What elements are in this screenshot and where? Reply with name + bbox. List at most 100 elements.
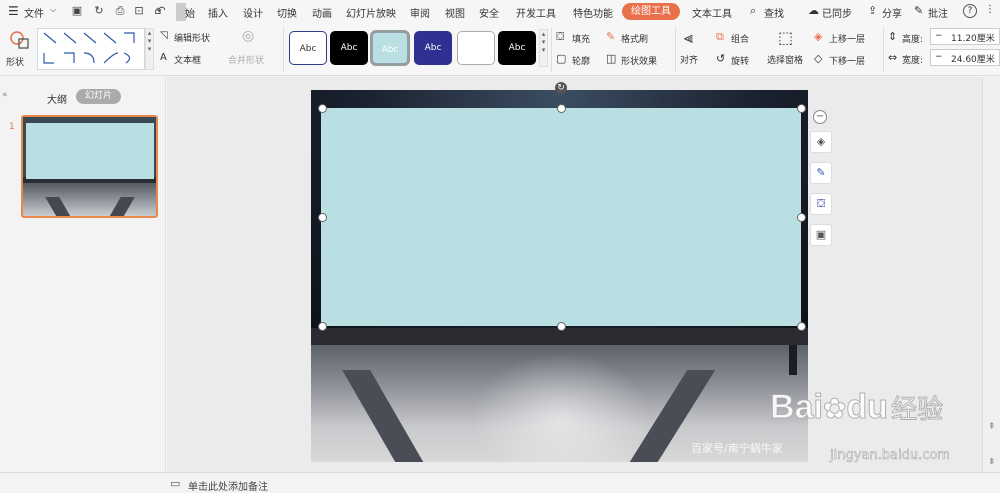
fill-button[interactable]: 填充 bbox=[572, 32, 590, 45]
search-label[interactable]: 查找 bbox=[764, 5, 784, 20]
width-field[interactable]: − 24.60厘米 bbox=[930, 49, 1000, 66]
select-pane-icon: ⬚ bbox=[778, 28, 794, 47]
tab-drawing-tools[interactable]: 绘图工具 bbox=[622, 3, 680, 20]
menu-security[interactable]: 安全 bbox=[479, 5, 499, 20]
layers-icon[interactable]: ◈ bbox=[810, 131, 832, 153]
comment-button[interactable]: 批注 bbox=[928, 5, 948, 20]
format-painter-button[interactable]: 格式刷 bbox=[621, 32, 648, 45]
rotate-button[interactable]: 旋转 bbox=[731, 54, 749, 67]
paw-icon: ✿ bbox=[822, 392, 847, 426]
help-icon[interactable]: ? bbox=[963, 4, 977, 18]
merge-shape-icon: ◎ bbox=[242, 28, 255, 44]
menu-bar: ☰ 文件 ⌵ ▣ ↻ ⎙ ⊡ ⌂ ↶ 始 插入 设计 切换 动画 幻灯片放映 审… bbox=[0, 0, 1000, 24]
resize-handle-t[interactable] bbox=[557, 104, 566, 113]
group-button[interactable]: 组合 bbox=[731, 32, 749, 45]
height-label: 高度: bbox=[902, 35, 924, 45]
menu-review[interactable]: 审阅 bbox=[410, 5, 430, 20]
resize-handle-l[interactable] bbox=[318, 213, 327, 222]
connector-shapes-icon bbox=[43, 32, 135, 64]
resize-handle-r[interactable] bbox=[797, 213, 806, 222]
height-field[interactable]: − 11.20厘米 bbox=[930, 28, 1000, 45]
cloud-sync-icon[interactable]: ☁ bbox=[808, 4, 819, 17]
zoom-out-icon[interactable]: − bbox=[813, 110, 827, 124]
group-icon: ⧉ bbox=[716, 30, 724, 43]
menu-slideshow[interactable]: 幻灯片放映 bbox=[346, 5, 396, 20]
sync-status[interactable]: 已同步 bbox=[822, 5, 852, 20]
gallery-scroll[interactable]: ▴ ▾ ▾ bbox=[145, 28, 154, 70]
style-sample-4[interactable]: Abc bbox=[414, 31, 452, 65]
menu-insert[interactable]: 插入 bbox=[208, 5, 228, 20]
divider bbox=[283, 28, 284, 72]
menu-view[interactable]: 视图 bbox=[445, 5, 465, 20]
shape-gallery[interactable] bbox=[37, 28, 145, 70]
menu-animation[interactable]: 动画 bbox=[312, 5, 332, 20]
height-value[interactable]: 11.20厘米 bbox=[951, 31, 995, 44]
selected-rectangle-shape[interactable] bbox=[321, 108, 801, 326]
save-icon[interactable]: ▣ bbox=[70, 4, 84, 18]
resize-handle-tr[interactable] bbox=[797, 104, 806, 113]
search-icon[interactable]: ⌕ bbox=[750, 4, 756, 18]
baidu-logo-jingyan: 经验 bbox=[891, 395, 944, 426]
bring-forward-button[interactable]: 上移一层 bbox=[829, 32, 865, 45]
share-icon[interactable]: ⇪ bbox=[868, 4, 877, 17]
style-gallery-scroll[interactable]: ▴ ▾ ▾ bbox=[539, 29, 548, 67]
height-icon: ⇕ bbox=[888, 30, 898, 43]
comment-icon[interactable]: ✎ bbox=[914, 4, 923, 17]
hamburger-icon[interactable]: ☰ bbox=[8, 5, 19, 17]
select-pane-button[interactable]: 选择窗格 bbox=[767, 53, 803, 66]
share-button[interactable]: 分享 bbox=[882, 5, 902, 20]
border-outline-icon[interactable]: ▣ bbox=[810, 224, 832, 246]
baidu-logo-du: du bbox=[846, 388, 889, 427]
menu-item-truncated[interactable]: 始 bbox=[185, 5, 195, 20]
merge-shape-button[interactable]: 合并形状 bbox=[228, 53, 264, 66]
fill-bucket-icon[interactable]: ⛋ bbox=[810, 193, 832, 215]
menu-transition[interactable]: 切换 bbox=[277, 5, 297, 20]
shape-icon bbox=[10, 31, 29, 49]
cloud-save-icon[interactable]: ↻ bbox=[92, 4, 106, 18]
style-sample-5[interactable] bbox=[457, 31, 495, 65]
style-sample-2[interactable]: Abc bbox=[330, 31, 368, 65]
slide-thumbnail[interactable] bbox=[21, 115, 158, 218]
notes-placeholder[interactable]: 单击此处添加备注 bbox=[188, 478, 268, 493]
tab-outline[interactable]: 大纲 bbox=[47, 91, 67, 106]
style-sample-6[interactable]: Abc bbox=[498, 31, 536, 65]
print-preview-icon[interactable]: ⊡ bbox=[132, 4, 146, 18]
shape-button[interactable]: 形状 bbox=[6, 29, 34, 71]
pen-icon[interactable]: ✎ bbox=[810, 162, 832, 184]
send-backward-button[interactable]: 下移一层 bbox=[829, 54, 865, 67]
scroll-up-icon[interactable]: ⇞ bbox=[988, 422, 996, 432]
resize-handle-tl[interactable] bbox=[318, 104, 327, 113]
person-silhouette bbox=[789, 345, 797, 375]
baidu-logo: Bai✿du 经验 bbox=[770, 388, 944, 427]
align-button[interactable]: 对齐 bbox=[680, 53, 698, 66]
outline-button[interactable]: 轮廓 bbox=[572, 54, 590, 67]
bring-forward-icon: ◈ bbox=[814, 30, 823, 43]
style-sample-3-selected[interactable]: Abc bbox=[371, 31, 409, 65]
menu-design[interactable]: 设计 bbox=[243, 5, 263, 20]
style-sample-1[interactable]: Abc bbox=[289, 31, 327, 65]
scroll-down-icon[interactable]: ⇟ bbox=[988, 457, 996, 467]
width-label: 宽度: bbox=[902, 56, 924, 66]
height-decrement[interactable]: − bbox=[935, 31, 943, 41]
resize-handle-br[interactable] bbox=[797, 322, 806, 331]
tab-text-tools[interactable]: 文本工具 bbox=[692, 5, 732, 20]
vertical-scrollbar[interactable]: ⇞ ⇟ bbox=[982, 77, 1000, 472]
textbox-button[interactable]: 文本框 bbox=[174, 53, 201, 66]
tab-slides[interactable]: 幻灯片 bbox=[76, 89, 121, 104]
chevron-down-icon[interactable]: ⌵ bbox=[50, 5, 56, 15]
more-icon[interactable]: ⋮ bbox=[985, 4, 995, 15]
collapse-panel-icon[interactable]: « bbox=[2, 90, 8, 100]
edit-shape-button[interactable]: 编辑形状 bbox=[174, 31, 210, 44]
width-value[interactable]: 24.60厘米 bbox=[951, 52, 995, 65]
menu-developer[interactable]: 开发工具 bbox=[516, 5, 556, 20]
menu-features[interactable]: 特色功能 bbox=[573, 5, 613, 20]
rotate-handle-icon[interactable]: ↻ bbox=[555, 82, 567, 94]
resize-handle-b[interactable] bbox=[557, 322, 566, 331]
resize-handle-bl[interactable] bbox=[318, 322, 327, 331]
shape-effect-button[interactable]: 形状效果 bbox=[621, 54, 657, 67]
width-decrement[interactable]: − bbox=[935, 52, 943, 62]
slide[interactable]: 百家号/南宁蜗牛家 bbox=[311, 90, 808, 462]
file-menu[interactable]: 文件 bbox=[24, 5, 44, 20]
print-icon[interactable]: ⎙ bbox=[113, 4, 127, 18]
undo-icon[interactable]: ↶ bbox=[154, 4, 168, 18]
